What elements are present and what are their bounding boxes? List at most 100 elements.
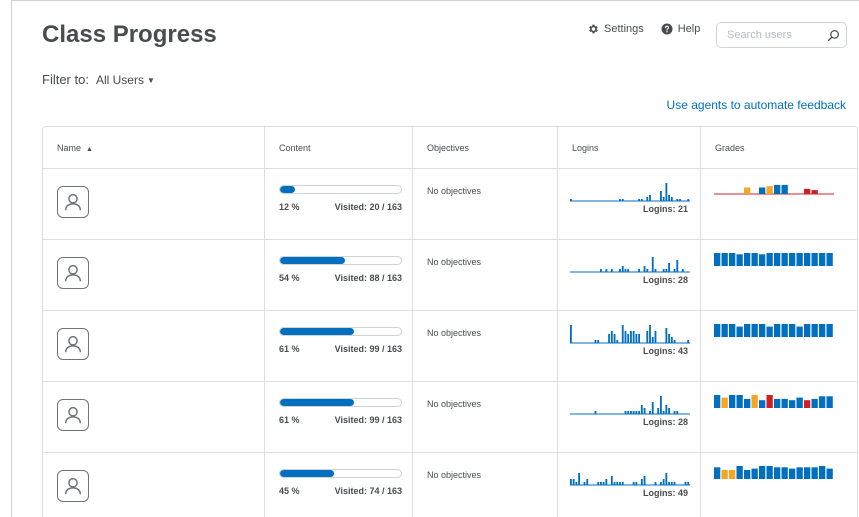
agents-link[interactable]: Use agents to automate feedback (667, 98, 846, 112)
table-row[interactable]: 61 % Visited: 99 / 163 No objectives Log… (43, 311, 857, 382)
content-visited: Visited: 99 / 163 (334, 344, 402, 354)
login-bar (649, 411, 651, 414)
grade-bar (774, 467, 781, 479)
filter-label: Filter to: (42, 72, 89, 87)
login-bar (646, 197, 649, 201)
column-header-name[interactable]: Name ▲ (43, 127, 265, 168)
login-bar (624, 331, 627, 343)
grade-bar (721, 253, 728, 266)
grades-chart (714, 184, 834, 195)
login-bar (640, 199, 643, 201)
table-row[interactable]: 12 % Visited: 20 / 163 No objectives Log… (43, 169, 857, 240)
logins-cell[interactable]: Logins: 43 (558, 311, 701, 381)
grade-bar (714, 395, 721, 408)
login-bar (660, 191, 662, 201)
grade-bar (729, 395, 736, 408)
content-progress-fill (280, 328, 354, 335)
grade-bar (729, 469, 736, 479)
grade-bar (796, 397, 803, 408)
grades-cell[interactable] (701, 169, 857, 239)
login-bar (646, 269, 649, 272)
content-cell[interactable]: 61 % Visited: 99 / 163 (265, 311, 413, 381)
settings-button[interactable]: Settings (587, 23, 644, 35)
login-bar (640, 405, 643, 414)
table-row[interactable]: 61 % Visited: 99 / 163 No objectives Log… (43, 382, 857, 453)
user-icon (64, 477, 82, 495)
grades-cell[interactable] (701, 453, 857, 517)
avatar[interactable] (57, 399, 89, 431)
objectives-text: No objectives (427, 186, 482, 196)
content-cell[interactable]: 61 % Visited: 99 / 163 (265, 382, 413, 452)
login-bar (627, 411, 630, 414)
grade-bar (826, 468, 833, 479)
grade-bar (804, 253, 811, 266)
content-cell[interactable]: 45 % Visited: 74 / 163 (265, 453, 413, 517)
login-bar (673, 340, 676, 343)
grade-bar (751, 468, 758, 479)
grade-bar (751, 395, 758, 408)
login-bar (630, 411, 632, 414)
grade-bar (811, 253, 818, 266)
logins-count: Logins: 28 (642, 417, 688, 427)
grades-chart (714, 466, 833, 479)
grade-bar (714, 467, 721, 479)
user-icon (64, 335, 82, 353)
grade-bar (796, 253, 803, 266)
logins-cell[interactable]: Logins: 28 (558, 240, 701, 310)
content-progress-bar (279, 185, 402, 194)
grades-cell[interactable] (701, 382, 857, 452)
logins-cell[interactable]: Logins: 28 (558, 382, 701, 452)
content-visited: Visited: 88 / 163 (334, 273, 402, 283)
logins-cell[interactable]: Logins: 21 (558, 169, 701, 239)
login-bar (660, 396, 662, 414)
grade-bar (774, 398, 781, 408)
login-bar (640, 479, 643, 485)
login-bar (597, 482, 600, 485)
logins-cell[interactable]: Logins: 49 (558, 453, 701, 517)
grade-bar (744, 187, 751, 194)
grade-bar (766, 186, 773, 194)
grade-bar (766, 326, 773, 337)
login-bar (635, 482, 638, 485)
grades-cell[interactable] (701, 240, 857, 310)
avatar[interactable] (57, 257, 89, 289)
caret-down-icon: ▼ (146, 75, 155, 85)
login-bar (610, 269, 613, 272)
content-cell[interactable]: 12 % Visited: 20 / 163 (265, 169, 413, 239)
login-bar (638, 199, 641, 201)
user-icon (64, 193, 82, 211)
logins-sparkline (570, 396, 690, 415)
progress-table: Name ▲ Content Objectives Logins Grades (42, 126, 858, 517)
content-percent: 12 % (279, 202, 300, 212)
grades-cell[interactable] (701, 311, 857, 381)
grade-bar (766, 395, 773, 408)
avatar[interactable] (57, 186, 89, 218)
avatar[interactable] (57, 470, 89, 502)
login-bar (570, 325, 572, 343)
name-cell (43, 453, 265, 517)
help-icon (661, 23, 673, 35)
login-bar (649, 325, 651, 343)
login-bar (670, 197, 673, 201)
login-bar (681, 269, 684, 272)
search-button[interactable] (827, 29, 840, 42)
login-bar (662, 197, 665, 201)
table-header: Name ▲ Content Objectives Logins Grades (43, 127, 857, 169)
help-button[interactable]: Help (661, 23, 701, 35)
grade-bar (714, 253, 721, 266)
help-label: Help (677, 23, 701, 35)
table-body: 12 % Visited: 20 / 163 No objectives Log… (43, 169, 857, 517)
table-row[interactable]: 54 % Visited: 88 / 163 No objectives Log… (43, 240, 857, 311)
avatar[interactable] (57, 328, 89, 360)
content-cell[interactable]: 54 % Visited: 88 / 163 (265, 240, 413, 310)
grade-bar (796, 326, 803, 337)
table-row[interactable]: 45 % Visited: 74 / 163 No objectives Log… (43, 453, 857, 517)
search-input[interactable] (727, 29, 823, 41)
login-bar (662, 269, 665, 272)
login-bar (616, 340, 619, 343)
filter-dropdown[interactable]: All Users ▼ (96, 73, 155, 87)
login-bar (600, 269, 602, 272)
login-bar (643, 408, 646, 414)
grade-bar (819, 324, 826, 337)
grade-bar (826, 253, 833, 266)
